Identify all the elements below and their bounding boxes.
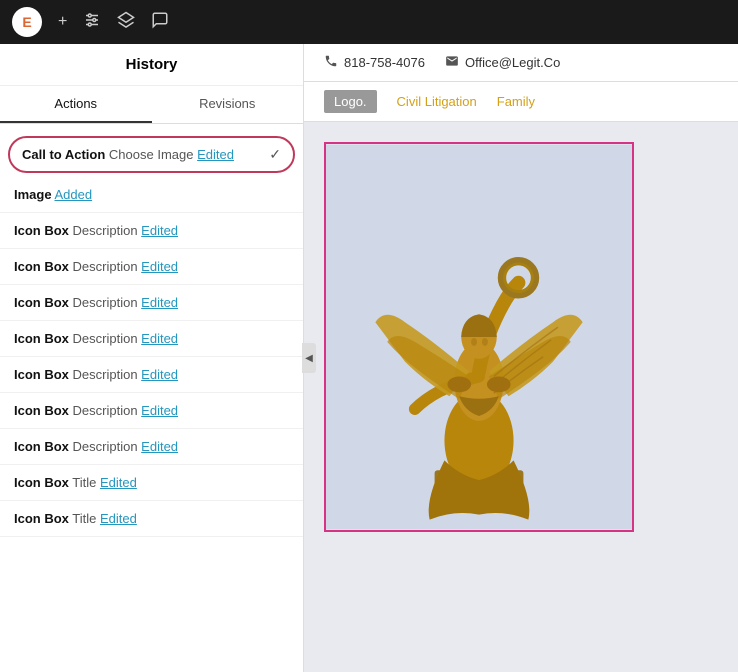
- history-item-0[interactable]: Call to Action Choose Image Edited ✓: [8, 136, 295, 173]
- nav-civil-litigation[interactable]: Civil Litigation: [397, 94, 477, 109]
- tab-actions[interactable]: Actions: [0, 86, 152, 123]
- history-item-2[interactable]: Icon Box Description Edited: [0, 213, 303, 249]
- site-header: 818-758-4076 Office@Legit.Co: [304, 44, 738, 82]
- history-item-5[interactable]: Icon Box Description Edited: [0, 321, 303, 357]
- tab-revisions[interactable]: Revisions: [152, 86, 304, 123]
- site-nav: Logo. Civil Litigation Family: [304, 82, 738, 122]
- tabs-container: Actions Revisions: [0, 86, 303, 124]
- phone-icon: [324, 54, 338, 71]
- history-item-6[interactable]: Icon Box Description Edited: [0, 357, 303, 393]
- history-item-3[interactable]: Icon Box Description Edited: [0, 249, 303, 285]
- email-icon: [445, 54, 459, 71]
- chat-icon[interactable]: [151, 11, 169, 34]
- history-item-1[interactable]: Image Added: [0, 177, 303, 213]
- add-icon[interactable]: +: [58, 13, 67, 31]
- right-panel: 818-758-4076 Office@Legit.Co Logo. Civil…: [304, 44, 738, 672]
- statue-image-container[interactable]: [324, 142, 634, 532]
- nav-family[interactable]: Family: [497, 94, 535, 109]
- phone-container: 818-758-4076: [324, 54, 425, 71]
- history-list: Call to Action Choose Image Edited ✓ Ima…: [0, 124, 303, 672]
- left-panel-wrapper: History Actions Revisions Call to Action…: [0, 44, 304, 672]
- panel-title: History: [0, 44, 303, 86]
- collapse-panel-button[interactable]: ◀: [302, 343, 316, 373]
- main-layout: History Actions Revisions Call to Action…: [0, 44, 738, 672]
- toolbar: E +: [0, 0, 738, 44]
- history-item-7[interactable]: Icon Box Description Edited: [0, 393, 303, 429]
- email-address: Office@Legit.Co: [465, 55, 560, 70]
- phone-number: 818-758-4076: [344, 55, 425, 70]
- elementor-logo[interactable]: E: [12, 7, 42, 37]
- layers-icon[interactable]: [117, 11, 135, 34]
- history-item-4[interactable]: Icon Box Description Edited: [0, 285, 303, 321]
- sliders-icon[interactable]: [83, 11, 101, 34]
- check-icon: ✓: [269, 146, 281, 163]
- history-item-9[interactable]: Icon Box Title Edited: [0, 465, 303, 501]
- left-panel: History Actions Revisions Call to Action…: [0, 44, 304, 672]
- email-container: Office@Legit.Co: [445, 54, 560, 71]
- site-content: [304, 122, 738, 672]
- history-item-8[interactable]: Icon Box Description Edited: [0, 429, 303, 465]
- statue-svg: [326, 142, 632, 532]
- history-item-10[interactable]: Icon Box Title Edited: [0, 501, 303, 537]
- site-logo: Logo.: [324, 90, 377, 113]
